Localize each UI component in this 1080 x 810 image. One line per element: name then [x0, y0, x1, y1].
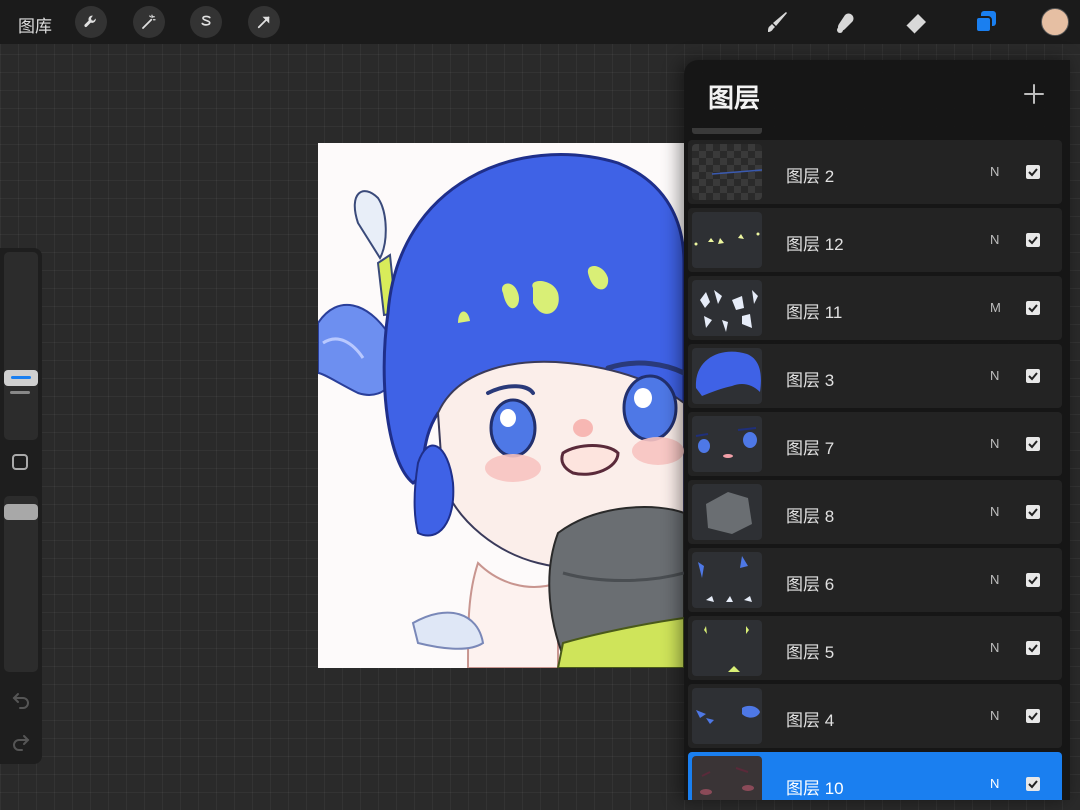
visibility-checkbox[interactable] — [1026, 573, 1040, 587]
layer-name: 图层 11 — [786, 303, 843, 322]
layer-peek — [692, 128, 762, 134]
visibility-checkbox[interactable] — [1026, 777, 1040, 791]
undo-icon[interactable] — [10, 688, 32, 710]
slider-indicator — [10, 391, 30, 394]
layer-row[interactable]: 图层 8 N — [688, 480, 1062, 544]
magic-wand-icon[interactable] — [133, 6, 165, 38]
layer-list[interactable]: 图层 2 N 图层 12 N 图层 11 M 图层 3 N 图层 7 N 图层 … — [684, 128, 1070, 800]
blend-mode-button[interactable]: N — [990, 504, 999, 519]
layer-thumbnail — [692, 620, 762, 676]
layer-thumbnail — [692, 348, 762, 404]
blend-mode-button[interactable]: N — [990, 232, 999, 247]
layer-name: 图层 12 — [786, 235, 844, 254]
blend-mode-button[interactable]: M — [990, 300, 1001, 315]
layer-row[interactable]: 图层 4 N — [688, 684, 1062, 748]
opacity-slider[interactable] — [4, 496, 38, 672]
layer-name: 图层 4 — [786, 711, 835, 730]
brush-size-slider[interactable] — [4, 252, 38, 440]
artwork — [318, 153, 684, 668]
layer-name: 图层 6 — [786, 575, 835, 594]
blend-mode-button[interactable]: N — [990, 436, 999, 451]
panel-title: 图层 — [708, 83, 761, 113]
layer-name: 图层 8 — [786, 507, 835, 526]
layer-row[interactable]: 图层 7 N — [688, 412, 1062, 476]
visibility-checkbox[interactable] — [1026, 505, 1040, 519]
visibility-checkbox[interactable] — [1026, 301, 1040, 315]
blend-mode-button[interactable]: N — [990, 640, 999, 655]
blend-mode-button[interactable]: N — [990, 708, 999, 723]
layer-name: 图层 7 — [786, 439, 835, 458]
brush-icon[interactable] — [760, 6, 792, 38]
layers-panel: 图层 图层 2 N 图层 12 N 图层 11 M 图层 3 N 图层 7 N … — [684, 60, 1070, 800]
layer-name: 图层 10 — [786, 779, 844, 798]
top-toolbar: 图库 — [0, 0, 1080, 44]
blend-mode-button[interactable]: N — [990, 776, 999, 791]
blend-mode-button[interactable]: N — [990, 368, 999, 383]
color-picker-swatch[interactable] — [1041, 8, 1069, 36]
layer-thumbnail — [692, 416, 762, 472]
blend-mode-button[interactable]: N — [990, 572, 999, 587]
layer-thumbnail — [692, 484, 762, 540]
visibility-checkbox[interactable] — [1026, 233, 1040, 247]
eraser-icon[interactable] — [900, 6, 932, 38]
layer-row[interactable]: 图层 6 N — [688, 548, 1062, 612]
layer-thumbnail — [692, 144, 762, 200]
gallery-button[interactable]: 图库 — [18, 12, 52, 37]
layer-thumbnail — [692, 280, 762, 336]
blend-mode-button[interactable]: N — [990, 164, 999, 179]
visibility-checkbox[interactable] — [1026, 437, 1040, 451]
visibility-checkbox[interactable] — [1026, 641, 1040, 655]
opacity-handle[interactable] — [4, 504, 38, 520]
wrench-icon[interactable] — [75, 6, 107, 38]
layer-name: 图层 5 — [786, 643, 835, 662]
layer-row-selected[interactable]: 图层 10 N — [688, 752, 1062, 800]
redo-icon[interactable] — [10, 730, 32, 752]
selection-s-icon[interactable] — [190, 6, 222, 38]
layer-thumbnail — [692, 688, 762, 744]
left-sidebar — [0, 248, 42, 764]
layer-name: 图层 2 — [786, 167, 835, 186]
visibility-checkbox[interactable] — [1026, 709, 1040, 723]
visibility-checkbox[interactable] — [1026, 369, 1040, 383]
layer-name: 图层 3 — [786, 371, 835, 390]
layer-thumbnail — [692, 756, 762, 800]
transform-arrow-icon[interactable] — [248, 6, 280, 38]
drawing-canvas[interactable] — [318, 143, 684, 668]
modify-button[interactable] — [12, 454, 28, 470]
add-layer-icon[interactable] — [1022, 82, 1046, 106]
brush-size-handle[interactable] — [4, 370, 38, 386]
layer-row[interactable]: 图层 11 M — [688, 276, 1062, 340]
smudge-icon[interactable] — [830, 6, 862, 38]
layer-row[interactable]: 图层 3 N — [688, 344, 1062, 408]
layer-row[interactable]: 图层 5 N — [688, 616, 1062, 680]
layers-icon[interactable] — [970, 6, 1002, 38]
layer-thumbnail — [692, 212, 762, 268]
visibility-checkbox[interactable] — [1026, 165, 1040, 179]
layer-thumbnail — [692, 552, 762, 608]
layer-row[interactable]: 图层 12 N — [688, 208, 1062, 272]
layer-row[interactable]: 图层 2 N — [688, 140, 1062, 204]
